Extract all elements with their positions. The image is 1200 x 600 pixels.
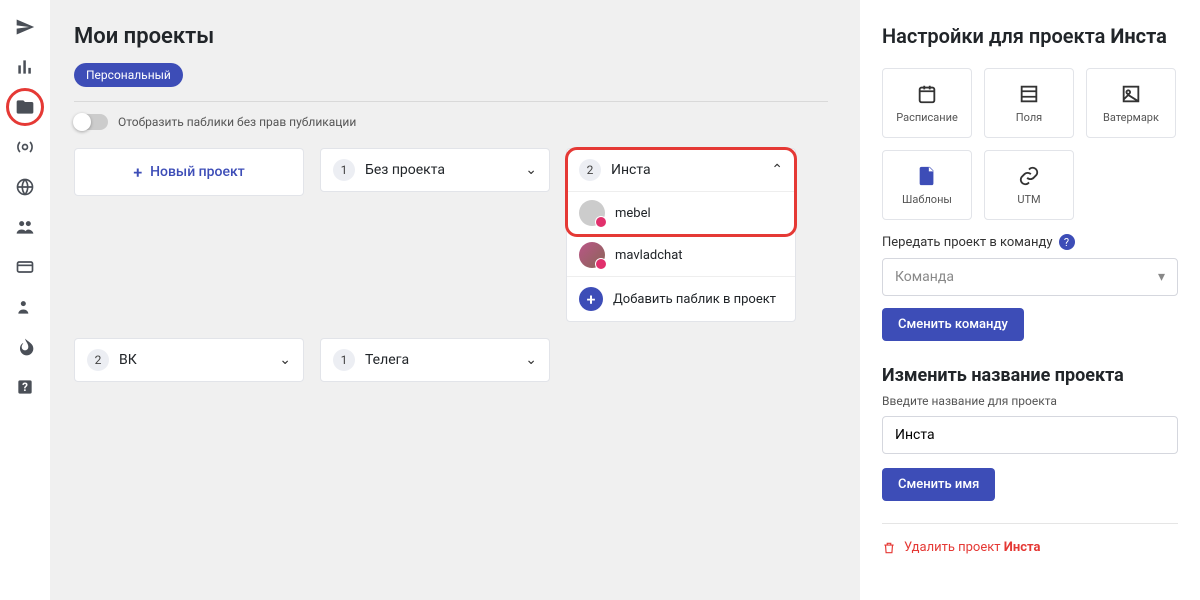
toggle-label: Отобразить паблики без прав публикации: [118, 115, 356, 129]
tile-fields[interactable]: Поля: [984, 68, 1074, 138]
trash-icon: [882, 541, 896, 555]
tile-utm[interactable]: UTM: [984, 150, 1074, 220]
public-name: mavladchat: [615, 248, 683, 263]
divider: [74, 101, 828, 102]
globe-icon[interactable]: [8, 170, 42, 204]
trending-icon[interactable]: [8, 330, 42, 364]
project-card-no-project: 1 Без проекта ⌄: [320, 148, 550, 192]
team-section-label: Передать проект в команду ?: [882, 234, 1178, 250]
add-user-icon[interactable]: [8, 290, 42, 324]
tile-label: Шаблоны: [902, 193, 952, 206]
toggle-row: Отобразить паблики без прав публикации: [74, 114, 828, 130]
personal-badge[interactable]: Персональный: [74, 63, 183, 87]
public-name: mebel: [615, 206, 651, 221]
settings-tiles: Расписание Поля Ватермарк Шаблоны UTM: [882, 68, 1178, 220]
change-team-button[interactable]: Сменить команду: [882, 308, 1024, 341]
avatar: [579, 200, 605, 226]
folder-icon[interactable]: [8, 90, 42, 124]
rename-input[interactable]: [882, 416, 1178, 454]
tile-schedule[interactable]: Расписание: [882, 68, 972, 138]
settings-title: Настройки для проекта Инста: [882, 24, 1178, 48]
divider: [882, 523, 1178, 524]
project-count: 2: [87, 349, 109, 371]
new-project-label: Новый проект: [150, 164, 245, 180]
rename-button[interactable]: Сменить имя: [882, 468, 995, 501]
delete-text: Удалить проект Инста: [904, 540, 1040, 555]
new-project-button[interactable]: + Новый проект: [74, 148, 304, 196]
project-count: 2: [579, 159, 601, 181]
main-column: Мои проекты Персональный Отобразить пабл…: [50, 0, 860, 600]
chevron-up-icon: ⌃: [771, 162, 783, 178]
add-public-row[interactable]: + Добавить паблик в проект: [567, 276, 795, 321]
project-header[interactable]: 1 Телега ⌄: [321, 339, 549, 381]
card-icon[interactable]: [8, 250, 42, 284]
instagram-badge-icon: [595, 258, 607, 270]
project-header[interactable]: 1 Без проекта ⌄: [321, 149, 549, 191]
project-name: Без проекта: [365, 162, 525, 178]
chevron-down-icon: ⌄: [279, 352, 291, 368]
project-body: mebel mavladchat + Добавить паблик в про…: [567, 191, 795, 321]
project-count: 1: [333, 349, 355, 371]
svg-text:?: ?: [22, 380, 28, 394]
project-name: Телега: [365, 352, 525, 368]
dropdown-caret-icon: ▾: [1158, 269, 1165, 285]
project-name: ВК: [119, 352, 279, 368]
rename-title: Изменить название проекта: [882, 365, 1178, 386]
settings-title-prefix: Настройки для проекта: [882, 24, 1110, 48]
broadcast-icon[interactable]: [8, 130, 42, 164]
projects-grid: + Новый проект 1 Без проекта ⌄ 2 Инста ⌃…: [74, 148, 828, 382]
settings-panel: Настройки для проекта Инста Расписание П…: [860, 0, 1200, 600]
project-card-vk: 2 ВК ⌄: [74, 338, 304, 382]
publics-rights-toggle[interactable]: [74, 114, 108, 130]
instagram-badge-icon: [595, 216, 607, 228]
analytics-icon[interactable]: [8, 50, 42, 84]
left-sidebar: ?: [0, 0, 50, 600]
chevron-down-icon: ⌄: [525, 162, 537, 178]
delete-project-link[interactable]: Удалить проект Инста: [882, 540, 1178, 555]
rename-field-label: Введите название для проекта: [882, 394, 1178, 408]
tile-watermark[interactable]: Ватермарк: [1086, 68, 1176, 138]
tile-label: UTM: [1017, 193, 1040, 206]
page-title: Мои проекты: [74, 24, 828, 49]
help-icon[interactable]: ?: [8, 370, 42, 404]
chevron-down-icon: ⌄: [525, 352, 537, 368]
public-row[interactable]: mebel: [567, 192, 795, 234]
project-card-insta: 2 Инста ⌃ mebel mavladchat + Добавить па…: [566, 148, 796, 322]
avatar: [579, 242, 605, 268]
tile-label: Поля: [1016, 111, 1042, 124]
send-icon[interactable]: [8, 10, 42, 44]
team-label-text: Передать проект в команду: [882, 235, 1053, 250]
plus-circle-icon: +: [579, 287, 603, 311]
help-tooltip-icon[interactable]: ?: [1059, 234, 1075, 250]
plus-icon: +: [133, 163, 142, 182]
team-select[interactable]: Команда ▾: [882, 258, 1178, 296]
project-header[interactable]: 2 Инста ⌃: [567, 149, 795, 191]
team-select-placeholder: Команда: [895, 269, 954, 285]
settings-title-project: Инста: [1110, 24, 1166, 48]
public-row[interactable]: mavladchat: [567, 234, 795, 276]
tile-label: Расписание: [896, 111, 958, 124]
tile-templates[interactable]: Шаблоны: [882, 150, 972, 220]
project-name: Инста: [611, 162, 771, 178]
add-public-label: Добавить паблик в проект: [613, 292, 776, 307]
project-count: 1: [333, 159, 355, 181]
users-icon[interactable]: [8, 210, 42, 244]
project-header[interactable]: 2 ВК ⌄: [75, 339, 303, 381]
project-card-telega: 1 Телега ⌄: [320, 338, 550, 382]
tile-label: Ватермарк: [1103, 111, 1159, 124]
